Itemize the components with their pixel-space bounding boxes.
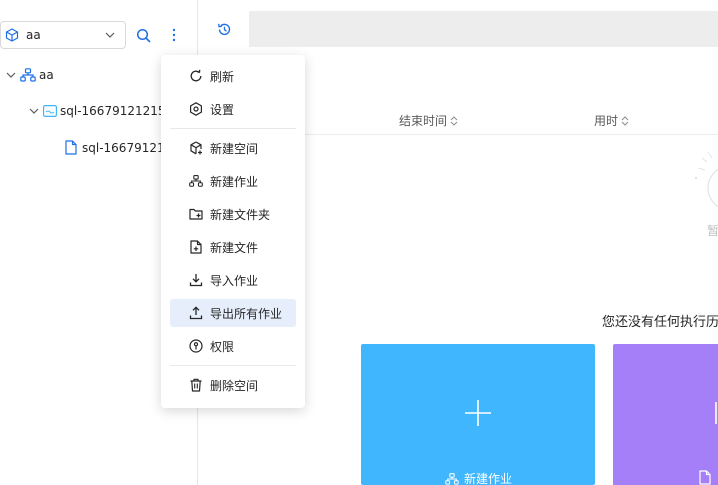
menu-item-new-folder[interactable]: 新建文件夹	[170, 200, 296, 228]
workspace-context-menu: 刷新 设置 新建空间 新建作业 新建文件夹 新建文件 导入作业 导出所有作业 权…	[161, 55, 305, 408]
menu-item-new-workspace[interactable]: 新建空间	[170, 134, 296, 162]
folder-add-icon	[189, 208, 203, 220]
menu-item-label: 导出所有作业	[210, 306, 283, 321]
new-job-card-text: 新建作业	[464, 472, 513, 485]
empty-state-illustration	[694, 151, 718, 208]
tree-node-label: aa	[39, 68, 54, 82]
menu-item-label: 新建空间	[210, 141, 259, 156]
more-vertical-icon	[172, 28, 176, 42]
refresh-icon	[190, 69, 202, 82]
menu-item-new-file[interactable]: 新建文件	[170, 233, 296, 261]
workspace-select[interactable]: aa	[0, 21, 126, 49]
tree-node-root[interactable]: aa	[6, 68, 54, 82]
menu-item-delete-workspace[interactable]: 删除空间	[170, 371, 296, 399]
tab-strip	[199, 11, 718, 47]
plus-icon	[715, 402, 717, 424]
upload-icon	[189, 306, 203, 320]
chevron-down-icon	[29, 108, 39, 114]
hierarchy-icon	[20, 68, 36, 82]
more-button[interactable]	[165, 26, 183, 44]
cube-icon	[5, 28, 19, 42]
file-icon	[65, 140, 77, 155]
empty-state-text: 暂	[707, 224, 718, 238]
column-end-time[interactable]: 结束时间	[399, 112, 458, 129]
download-icon	[189, 274, 203, 287]
column-label: 用时	[594, 114, 619, 128]
menu-divider	[170, 128, 296, 129]
plus-icon	[465, 400, 491, 426]
search-icon	[136, 28, 150, 42]
column-label: 结束时间	[399, 114, 448, 128]
menu-item-export-all-jobs[interactable]: 导出所有作业	[170, 299, 296, 327]
menu-item-label: 设置	[210, 102, 235, 117]
menu-item-label: 新建作业	[210, 174, 259, 189]
sort-icon	[450, 115, 458, 126]
menu-item-refresh[interactable]: 刷新	[170, 62, 296, 90]
gear-icon	[190, 102, 202, 116]
file-add-icon	[190, 240, 202, 254]
workspace-select-value: aa	[26, 28, 41, 42]
key-icon	[189, 339, 203, 353]
menu-item-label: 权限	[210, 339, 235, 354]
search-button[interactable]	[134, 26, 152, 44]
trash-icon	[190, 378, 202, 392]
new-file-card[interactable]	[613, 344, 718, 485]
menu-item-label: 新建文件	[210, 240, 259, 255]
sort-icon	[621, 115, 629, 126]
menu-item-import-job[interactable]: 导入作业	[170, 266, 296, 294]
column-duration[interactable]: 用时	[594, 112, 629, 129]
menu-item-settings[interactable]: 设置	[170, 95, 296, 123]
menu-divider	[170, 365, 296, 366]
job-icon	[445, 472, 459, 485]
file-add-icon	[699, 470, 711, 485]
no-history-hint: 您还没有任何执行历史	[602, 315, 718, 330]
history-icon	[217, 23, 230, 35]
menu-item-permissions[interactable]: 权限	[170, 332, 296, 360]
menu-item-label: 新建文件夹	[210, 207, 271, 222]
menu-item-label: 删除空间	[210, 378, 259, 393]
job-icon	[189, 175, 203, 187]
menu-item-label: 导入作业	[210, 273, 259, 288]
tab-history[interactable]	[199, 11, 249, 47]
chevron-down-icon	[105, 32, 115, 38]
chevron-down-icon	[6, 72, 16, 78]
sql-folder-icon	[43, 105, 57, 117]
app-root: aa aa sql-1667912121578 sql-166791212157…	[0, 0, 718, 485]
menu-item-label: 刷新	[210, 69, 235, 84]
menu-item-new-job[interactable]: 新建作业	[170, 167, 296, 195]
tree-node-folder[interactable]: sql-1667912121578	[29, 104, 181, 118]
cube-add-icon	[190, 141, 202, 155]
new-job-card[interactable]: 新建作业	[361, 344, 595, 485]
new-job-card-label: 新建作业	[445, 470, 512, 485]
